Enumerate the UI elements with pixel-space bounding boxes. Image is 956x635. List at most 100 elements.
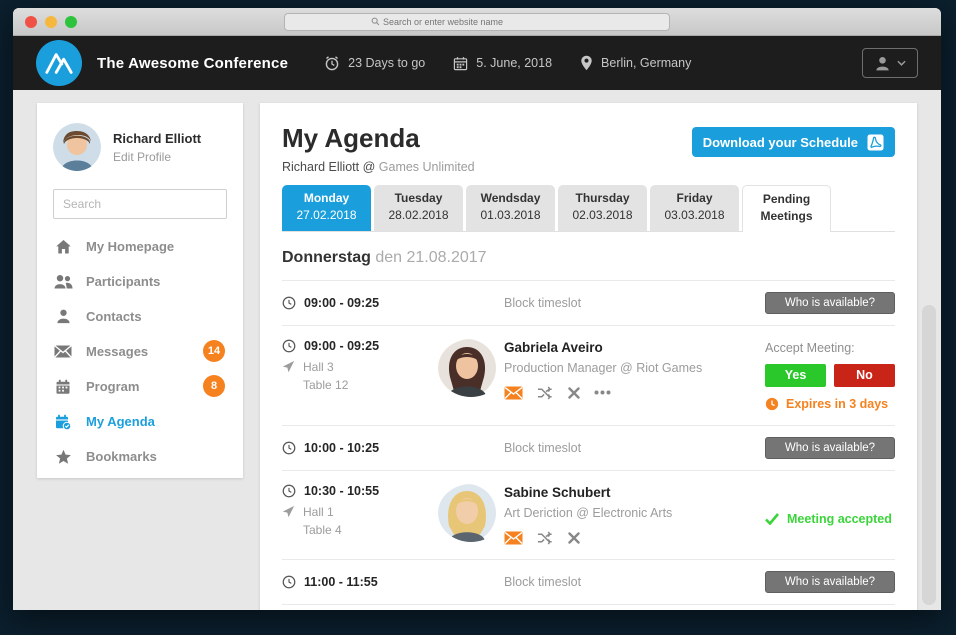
user-icon: [874, 55, 891, 72]
hall-label: Hall 3: [282, 360, 412, 374]
address-input[interactable]: [383, 17, 583, 27]
who-is-available-button[interactable]: Who is available?: [765, 437, 895, 459]
address-bar[interactable]: [284, 13, 670, 31]
sidebar-item-bookmarks[interactable]: Bookmarks: [53, 439, 227, 474]
check-icon: [765, 513, 779, 525]
clock-icon: [282, 339, 296, 353]
star-icon: [53, 449, 73, 465]
meeting-row: 12:00 - 12:25 Jonathan Hamel: [282, 605, 895, 610]
more-options-icon[interactable]: [594, 390, 611, 395]
who-is-available-button[interactable]: Who is available?: [765, 571, 895, 593]
participant-name[interactable]: Sabine Schubert: [504, 485, 765, 500]
meeting-accepted-status: Meeting accepted: [765, 512, 895, 526]
avatar[interactable]: [438, 484, 504, 542]
close-window-button[interactable]: [25, 16, 37, 28]
accept-no-button[interactable]: No: [834, 364, 895, 387]
timeslot-time: 10:30 - 10:55: [282, 484, 412, 498]
accept-yes-button[interactable]: Yes: [765, 364, 826, 387]
location-arrow-icon: [282, 505, 295, 518]
sidebar-item-messages[interactable]: Messages 14: [53, 334, 227, 369]
program-badge: 8: [203, 375, 225, 397]
sidebar-item-contacts[interactable]: Contacts: [53, 299, 227, 334]
expires-warning: Expires in 3 days: [765, 397, 895, 411]
clock-icon: [282, 441, 296, 455]
people-icon: [53, 274, 73, 289]
search-icon: [371, 13, 380, 31]
countdown: 23 Days to go: [324, 55, 425, 71]
zoom-window-button[interactable]: [65, 16, 77, 28]
sidebar-item-my-homepage[interactable]: My Homepage: [53, 229, 227, 264]
timeslot-time: 11:00 - 11:55: [282, 575, 412, 589]
window-controls: [25, 16, 77, 28]
location-arrow-icon: [282, 360, 295, 373]
reschedule-icon[interactable]: [537, 386, 554, 400]
browser-window: The Awesome Conference 23 Days to go 5. …: [13, 8, 941, 610]
day-heading: Donnerstag den 21.08.2017: [282, 249, 895, 267]
block-timeslot-label: Block timeslot: [412, 296, 765, 310]
tab-friday[interactable]: Friday03.03.2018: [650, 185, 739, 231]
expires-clock-icon: [765, 397, 779, 411]
table-label: Table 12: [282, 378, 412, 392]
scrollbar-thumb[interactable]: [922, 305, 936, 605]
sidebar-search[interactable]: [53, 189, 227, 219]
agenda-panel: My Agenda Richard Elliott @ Games Unlimi…: [260, 103, 917, 610]
tab-thursday[interactable]: Thursday02.03.2018: [558, 185, 647, 231]
calendar-check-icon: [53, 414, 73, 430]
clock-icon: [282, 575, 296, 589]
edit-profile-link[interactable]: Edit Profile: [113, 150, 201, 164]
pdf-icon: [867, 134, 884, 151]
content-area: Richard Elliott Edit Profile My Homepage…: [13, 90, 941, 610]
page-subtitle: Richard Elliott @ Games Unlimited: [282, 160, 895, 174]
conference-logo-icon[interactable]: [36, 40, 82, 86]
timeslot-row-block: 11:00 - 11:55 Block timeslot Who is avai…: [282, 560, 895, 605]
participant-name[interactable]: Gabriela Aveiro: [504, 340, 765, 355]
participant-role: Production Manager @ Riot Games: [504, 361, 765, 375]
profile-name: Richard Elliott: [113, 131, 201, 146]
reschedule-icon[interactable]: [537, 531, 554, 545]
alarm-clock-icon: [324, 55, 340, 71]
calendar-icon: [453, 56, 468, 71]
event-location: Berlin, Germany: [580, 55, 691, 71]
tab-monday[interactable]: Monday27.02.2018: [282, 185, 371, 231]
cancel-icon[interactable]: [568, 532, 580, 544]
location-pin-icon: [580, 55, 593, 71]
block-timeslot-label: Block timeslot: [412, 575, 765, 589]
user-menu-button[interactable]: [862, 48, 918, 78]
timeslot-time: 10:00 - 10:25: [282, 441, 412, 455]
person-icon: [53, 309, 73, 324]
download-schedule-button[interactable]: Download your Schedule: [692, 127, 895, 157]
timeslot-row-block: 09:00 - 09:25 Block timeslot Who is avai…: [282, 281, 895, 326]
block-timeslot-label: Block timeslot: [412, 441, 765, 455]
app-header: The Awesome Conference 23 Days to go 5. …: [13, 36, 941, 90]
tab-pending-meetings[interactable]: PendingMeetings: [742, 185, 831, 232]
envelope-icon: [53, 345, 73, 358]
sidebar-item-participants[interactable]: Participants: [53, 264, 227, 299]
minimize-window-button[interactable]: [45, 16, 57, 28]
message-icon[interactable]: [504, 386, 523, 400]
chevron-down-icon: [897, 60, 906, 66]
clock-icon: [282, 296, 296, 310]
messages-badge: 14: [203, 340, 225, 362]
tab-tuesday[interactable]: Tuesday28.02.2018: [374, 185, 463, 231]
cancel-icon[interactable]: [568, 387, 580, 399]
agenda-header: My Agenda Richard Elliott @ Games Unlimi…: [282, 103, 895, 181]
sidebar-nav: My Homepage Participants Contacts Messag…: [53, 229, 227, 474]
sidebar-search-input[interactable]: [63, 197, 218, 211]
avatar[interactable]: [438, 339, 504, 397]
profile-block: Richard Elliott Edit Profile: [53, 123, 227, 171]
app-title: The Awesome Conference: [97, 55, 288, 72]
message-icon[interactable]: [504, 531, 523, 545]
day-tabs: Monday27.02.2018 Tuesday28.02.2018 Wends…: [282, 185, 895, 232]
timeslot-time: 09:00 - 09:25: [282, 296, 412, 310]
sidebar-item-program[interactable]: Program 8: [53, 369, 227, 404]
tab-wednesday[interactable]: Wendsday01.03.2018: [466, 185, 555, 231]
who-is-available-button[interactable]: Who is available?: [765, 292, 895, 314]
event-date: 5. June, 2018: [453, 56, 552, 71]
meeting-row: 09:00 - 09:25 Hall 3 Table 12 Gabriela A…: [282, 326, 895, 426]
timeslot-time: 09:00 - 09:25: [282, 339, 412, 353]
avatar[interactable]: [53, 123, 101, 171]
sidebar-item-my-agenda[interactable]: My Agenda: [53, 404, 227, 439]
clock-icon: [282, 484, 296, 498]
meeting-row: 10:30 - 10:55 Hall 1 Table 4 Sabine Schu…: [282, 471, 895, 560]
calendar-icon: [53, 379, 73, 395]
